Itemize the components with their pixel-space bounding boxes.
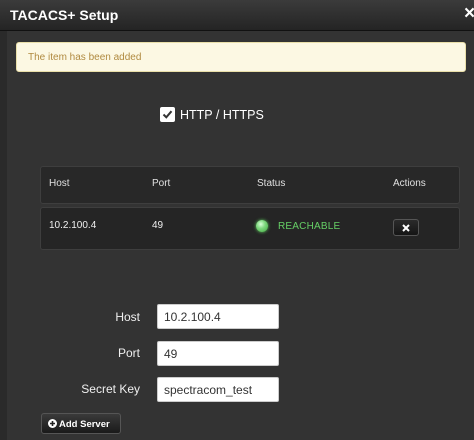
secret-key-label: Secret Key xyxy=(81,382,140,396)
close-icon[interactable]: × xyxy=(464,3,474,25)
delete-icon xyxy=(402,224,410,232)
plus-circle-icon xyxy=(48,419,57,428)
column-status: Status xyxy=(257,178,286,189)
dialog-title: TACACS+ Setup xyxy=(10,7,119,23)
checkmark-icon xyxy=(162,110,173,119)
success-alert: The item has been added xyxy=(16,42,466,72)
secret-key-input[interactable] xyxy=(157,377,279,402)
http-https-label: HTTP / HTTPS xyxy=(180,108,264,122)
status-indicator-icon xyxy=(256,220,268,232)
host-label: Host xyxy=(115,310,140,324)
column-actions: Actions xyxy=(393,178,426,189)
alert-message: The item has been added xyxy=(28,52,142,63)
column-host: Host xyxy=(49,178,70,189)
http-https-checkbox[interactable] xyxy=(160,107,175,122)
row-port: 49 xyxy=(152,220,164,231)
delete-server-button[interactable] xyxy=(393,219,419,236)
port-input[interactable] xyxy=(157,341,279,366)
table-header: Host Port Status Actions xyxy=(40,166,460,204)
row-host: 10.2.100.4 xyxy=(49,220,97,231)
status-text: REACHABLE xyxy=(278,221,341,232)
column-port: Port xyxy=(152,178,171,189)
host-input[interactable] xyxy=(157,304,279,329)
servers-table: Host Port Status Actions 10.2.100.4 49 R… xyxy=(40,166,460,254)
port-label: Port xyxy=(117,346,140,360)
add-server-button[interactable]: Add Server xyxy=(41,413,121,434)
dialog-titlebar: TACACS+ Setup × xyxy=(0,0,474,31)
table-row: 10.2.100.4 49 REACHABLE xyxy=(40,207,460,250)
add-server-label: Add Server xyxy=(59,419,110,430)
